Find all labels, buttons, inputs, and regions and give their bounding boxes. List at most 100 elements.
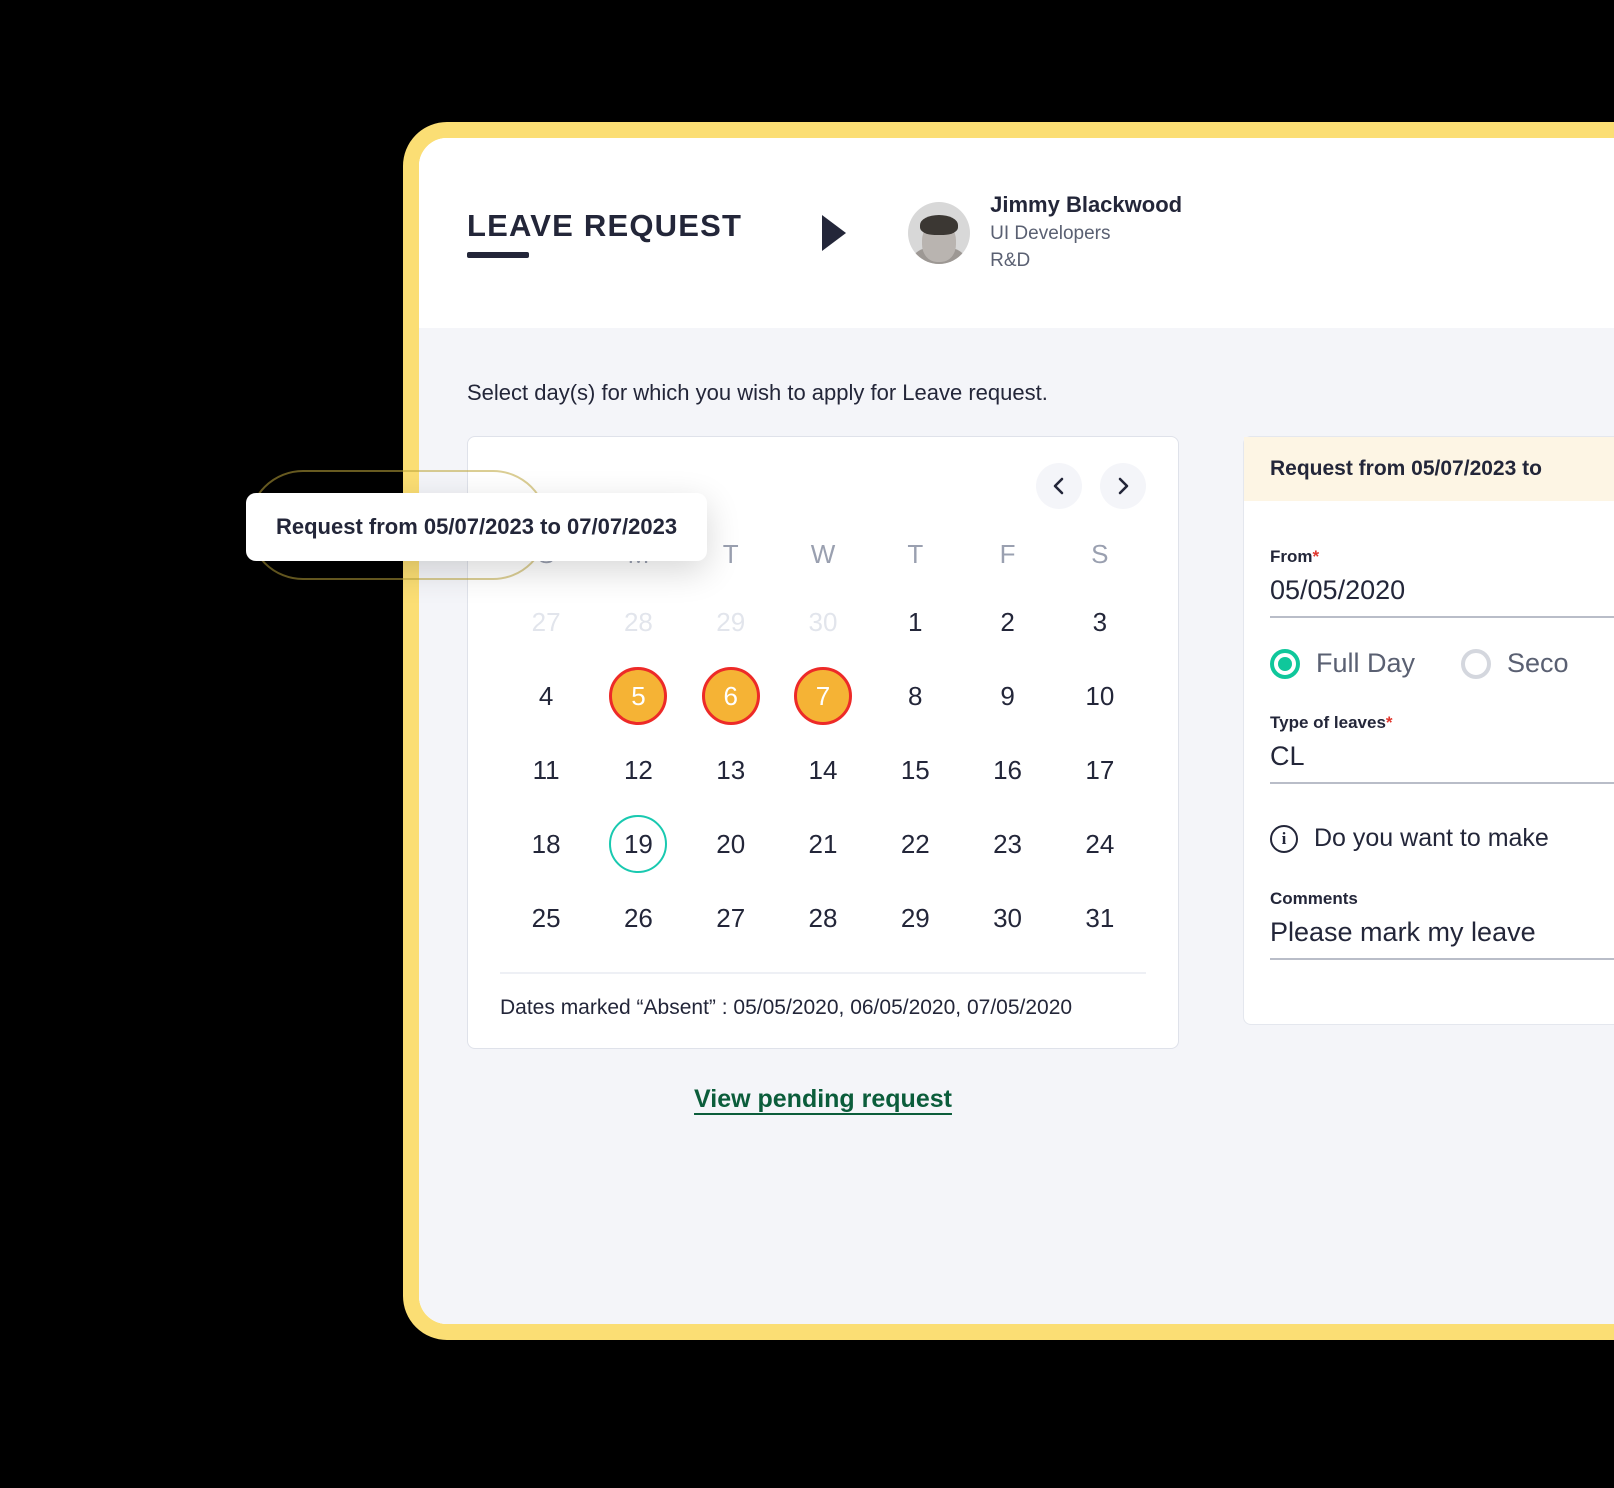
calendar-next-button[interactable]	[1100, 463, 1146, 509]
type-of-leaves-label: Type of leaves*	[1270, 713, 1614, 733]
request-range-banner: Request from 05/07/2023 to	[1244, 437, 1614, 501]
comments-input[interactable]: Please mark my leave	[1270, 909, 1614, 960]
calendar-day[interactable]: 27	[500, 588, 592, 656]
calendar-day-number: 4	[538, 680, 554, 711]
calendar-day-number: 11	[532, 754, 560, 785]
calendar-day-number: 27	[531, 606, 561, 637]
calendar-week-row: 18 19 20 21 22 23 24	[500, 810, 1146, 878]
calendar-day[interactable]: 25	[500, 884, 592, 952]
calendar-day-number: 2	[1000, 606, 1015, 637]
calendar-day-number: 9	[1000, 680, 1015, 711]
calendar-day[interactable]: 21	[777, 810, 869, 878]
chevron-left-icon	[1053, 477, 1064, 495]
calendar-day[interactable]: 27	[685, 884, 777, 952]
radio-full-day-label: Full Day	[1316, 648, 1416, 678]
calendar-day[interactable]: 28	[592, 588, 684, 656]
weekday-label: S	[1091, 539, 1109, 569]
view-pending-request-link[interactable]: View pending request	[694, 1085, 952, 1113]
calendar-day-number: 28	[808, 902, 838, 933]
calendar-day[interactable]: 17	[1054, 736, 1146, 804]
calendar-day-number: 23	[993, 828, 1023, 859]
calendar-week-row: 25 26 27 28 29 30 31	[500, 884, 1146, 952]
calendar-day-number: 22	[900, 828, 930, 859]
calendar-day-number: 16	[993, 754, 1023, 785]
weekday-label: T	[907, 539, 924, 569]
calendar-day[interactable]: 11	[500, 736, 592, 804]
calendar-day[interactable]: 13	[685, 736, 777, 804]
calendar-day-number: 19	[609, 815, 668, 873]
calendar-day-number: 30	[808, 606, 838, 637]
calendar-prev-button[interactable]	[1036, 463, 1082, 509]
play-triangle-icon	[822, 215, 847, 251]
user-department: R&D	[990, 250, 1031, 272]
radio-second-half-label: Seco	[1507, 648, 1569, 678]
calendar-day-number: 7	[793, 667, 852, 725]
calendar-day[interactable]: 23	[961, 810, 1053, 878]
instruction-text: Select day(s) for which you wish to appl…	[467, 380, 1048, 405]
info-message-row: i Do you want to make	[1270, 824, 1614, 853]
calendar-day[interactable]: 29	[869, 884, 961, 952]
app-window-inner: LEAVE REQUEST Jimmy Blackwood UI Develop…	[419, 138, 1614, 1324]
calendar-day-number: 14	[808, 754, 838, 785]
calendar-day-number: 12	[623, 754, 653, 785]
user-profile[interactable]: Jimmy Blackwood UI Developers R&D	[908, 191, 1182, 275]
calendar-day[interactable]: 30	[961, 884, 1053, 952]
calendar-day-number: 25	[531, 902, 561, 933]
calendar-day[interactable]: 20	[685, 810, 777, 878]
calendar-day[interactable]: 12	[592, 736, 684, 804]
chevron-right-icon	[1118, 477, 1129, 495]
calendar-day[interactable]: 9	[961, 662, 1053, 730]
type-of-leaves-field: Type of leaves* CL	[1270, 713, 1614, 784]
from-label-text: From	[1270, 547, 1313, 566]
calendar-day[interactable]: 2	[961, 588, 1053, 656]
calendar-day-number: 27	[716, 902, 746, 933]
calendar-day[interactable]: 15	[869, 736, 961, 804]
calendar-day[interactable]: 31	[1054, 884, 1146, 952]
page-body: Select day(s) for which you wish to appl…	[419, 328, 1614, 1324]
calendar-day[interactable]: 3	[1054, 588, 1146, 656]
info-circle-icon[interactable]: i	[1270, 824, 1298, 853]
calendar-day[interactable]: 1	[869, 588, 961, 656]
calendar-day-number: 18	[531, 828, 561, 859]
type-label-text: Type of leaves	[1270, 713, 1386, 732]
calendar-day[interactable]: 26	[592, 884, 684, 952]
day-type-radio-group: Full Day Seco	[1270, 648, 1614, 679]
calendar-day-number: 20	[716, 828, 746, 859]
page-title-text: LEAVE REQUEST	[467, 208, 743, 243]
request-form-body: From* 05/05/2020 Full Day Seco Type of l…	[1244, 501, 1614, 960]
calendar-day[interactable]: 16	[961, 736, 1053, 804]
calendar-day[interactable]: 29	[685, 588, 777, 656]
calendar-day-number: 5	[609, 667, 668, 725]
calendar-day[interactable]: 28	[777, 884, 869, 952]
calendar-day[interactable]: 30	[777, 588, 869, 656]
calendar-day[interactable]: 4	[500, 662, 592, 730]
type-of-leaves-select[interactable]: CL	[1270, 733, 1614, 784]
calendar-day-number: 30	[993, 902, 1023, 933]
calendar-day-number: 24	[1085, 828, 1115, 859]
calendar-day-number: 13	[716, 754, 746, 785]
calendar-day-number: 29	[716, 606, 746, 637]
calendar-divider	[500, 972, 1146, 974]
calendar-day[interactable]: 14	[777, 736, 869, 804]
calendar-day[interactable]: 19	[592, 810, 684, 878]
calendar-day[interactable]: 10	[1054, 662, 1146, 730]
calendar-day[interactable]: 24	[1054, 810, 1146, 878]
radio-option-second-half[interactable]: Seco	[1461, 648, 1569, 679]
calendar-day[interactable]: 22	[869, 810, 961, 878]
calendar-day[interactable]: 18	[500, 810, 592, 878]
calendar-week-row: 27 28 29 30 1 2 3	[500, 588, 1146, 656]
page-header: LEAVE REQUEST Jimmy Blackwood UI Develop…	[419, 138, 1614, 328]
user-name: Jimmy Blackwood	[990, 192, 1183, 218]
weekday-label: W	[810, 539, 836, 569]
avatar-hair	[920, 215, 959, 235]
from-label: From*	[1270, 547, 1614, 567]
calendar-day[interactable]: 8	[869, 662, 961, 730]
calendar-day[interactable]: 7	[777, 662, 869, 730]
from-input[interactable]: 05/05/2020	[1270, 567, 1614, 618]
calendar-day-number: 26	[623, 902, 653, 933]
calendar-week-row: 11 12 13 14 15 16 17	[500, 736, 1146, 804]
radio-option-full-day[interactable]: Full Day	[1270, 648, 1415, 679]
calendar-day[interactable]: 6	[685, 662, 777, 730]
avatar	[908, 202, 971, 264]
calendar-day[interactable]: 5	[592, 662, 684, 730]
